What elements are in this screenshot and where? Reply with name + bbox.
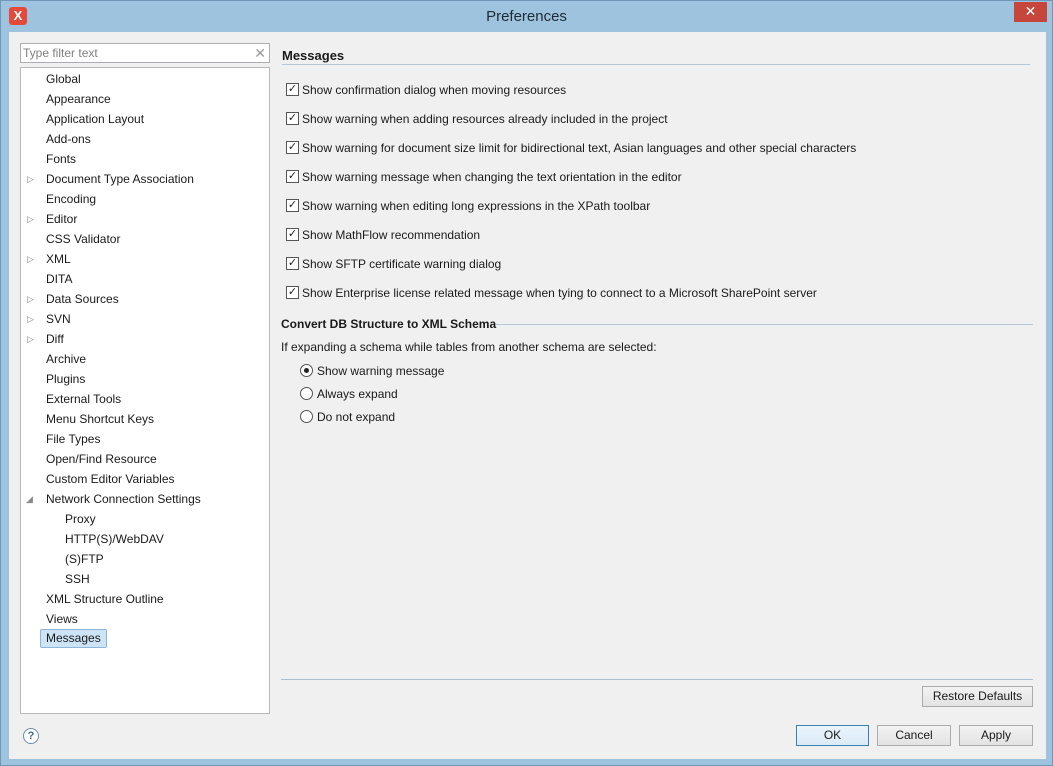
tree-item-label: SSH xyxy=(65,572,90,586)
checkbox[interactable]: ✓ xyxy=(286,112,299,125)
tree-item-label: HTTP(S)/WebDAV xyxy=(65,532,164,546)
tree-item-label: DITA xyxy=(46,272,73,286)
checkbox-label[interactable]: Show Enterprise license related message … xyxy=(302,285,817,301)
tree-item-label: Fonts xyxy=(46,152,77,166)
checkbox[interactable]: ✓ xyxy=(286,170,299,183)
checkbox-label[interactable]: Show warning when adding resources alrea… xyxy=(302,111,668,127)
close-button[interactable]: ✕ xyxy=(1014,2,1047,22)
dialog-client-area: ✕ Global Appearance Application Layout A… xyxy=(9,32,1046,759)
cancel-button[interactable]: Cancel xyxy=(877,725,951,746)
tree-item-label: Diff xyxy=(46,332,64,346)
checkbox[interactable]: ✓ xyxy=(286,199,299,212)
radio-label[interactable]: Do not expand xyxy=(317,409,395,425)
tree-item-label: Appearance xyxy=(46,92,111,106)
tree-item-label: XML Structure Outline xyxy=(46,592,164,606)
expand-arrow-icon[interactable]: ▷ xyxy=(27,170,37,188)
expander-icon xyxy=(27,90,37,108)
expander-icon xyxy=(27,190,37,208)
tree-item-label: Application Layout xyxy=(46,112,145,126)
section-title-db-structure: Convert DB Structure to XML Schema xyxy=(281,317,497,331)
tree-item-label: XML xyxy=(46,252,71,266)
expander-icon xyxy=(27,110,37,128)
tree-item-label: SVN xyxy=(46,312,71,326)
expand-arrow-icon[interactable]: ▷ xyxy=(27,250,37,268)
tree-item-label: Proxy xyxy=(65,512,96,526)
expand-arrow-icon[interactable]: ▷ xyxy=(27,290,37,308)
expander-icon xyxy=(27,410,37,428)
restore-defaults-button[interactable]: Restore Defaults xyxy=(922,686,1033,707)
ok-button[interactable]: OK xyxy=(796,725,869,746)
tree-item-label: Encoding xyxy=(46,192,97,206)
filter-field[interactable]: ✕ xyxy=(20,43,270,63)
expander-icon xyxy=(27,610,37,628)
help-icon[interactable]: ? xyxy=(23,728,39,744)
bottom-divider xyxy=(281,679,1033,680)
tree-item-label: External Tools xyxy=(46,392,122,406)
section-divider xyxy=(282,64,1030,65)
tree-item-label: Global xyxy=(46,72,81,86)
preferences-tree[interactable]: Global Appearance Application Layout Add… xyxy=(20,67,270,714)
expander-icon xyxy=(27,430,37,448)
tree-item-label: Network Connection Settings xyxy=(46,492,201,506)
expander-icon xyxy=(27,150,37,168)
checkbox-label[interactable]: Show confirmation dialog when moving res… xyxy=(302,82,566,98)
tree-item-label: Custom Editor Variables xyxy=(46,472,175,486)
expander-icon xyxy=(27,390,37,408)
checkbox-label[interactable]: Show warning for document size limit for… xyxy=(302,140,856,156)
expand-arrow-icon[interactable]: ▷ xyxy=(27,330,37,348)
preferences-window: X Preferences ✕ ✕ Global Appearance Appl… xyxy=(0,0,1053,766)
db-prompt-text: If expanding a schema while tables from … xyxy=(281,340,657,354)
expander-icon xyxy=(27,370,37,388)
tree-item-label-selected: Messages xyxy=(40,629,107,648)
radio-button[interactable] xyxy=(300,364,313,377)
radio-button[interactable] xyxy=(300,387,313,400)
checkbox-label[interactable]: Show SFTP certificate warning dialog xyxy=(302,256,501,272)
tree-item-label: Data Sources xyxy=(46,292,119,306)
expander-icon xyxy=(27,590,37,608)
filter-input[interactable] xyxy=(21,44,246,62)
tree-item-label: Editor xyxy=(46,212,78,226)
checkbox[interactable]: ✓ xyxy=(286,286,299,299)
expander-icon xyxy=(27,70,37,88)
checkbox-label[interactable]: Show warning message when changing the t… xyxy=(302,169,682,185)
tree-item-label: Archive xyxy=(46,352,87,366)
section-divider xyxy=(496,324,1033,325)
tree-item-label: Menu Shortcut Keys xyxy=(46,412,155,426)
checkbox[interactable]: ✓ xyxy=(286,83,299,96)
radio-label[interactable]: Always expand xyxy=(317,386,398,402)
expander-icon xyxy=(27,130,37,148)
clear-filter-icon[interactable]: ✕ xyxy=(254,45,266,62)
tree-item-label: Add-ons xyxy=(46,132,91,146)
tree-item-label: Plugins xyxy=(46,372,86,386)
radio-button[interactable] xyxy=(300,410,313,423)
tree-item-label: CSS Validator xyxy=(46,232,121,246)
expander-icon xyxy=(27,350,37,368)
tree-item-label: (S)FTP xyxy=(65,552,104,566)
tree-item-label: File Types xyxy=(46,432,101,446)
expander-icon xyxy=(27,630,37,648)
expander-icon xyxy=(27,450,37,468)
apply-button[interactable]: Apply xyxy=(959,725,1033,746)
checkbox-label[interactable]: Show MathFlow recommendation xyxy=(302,227,480,243)
title-bar: X Preferences ✕ xyxy=(1,1,1052,32)
radio-label[interactable]: Show warning message xyxy=(317,363,444,379)
section-title-messages: Messages xyxy=(282,48,345,63)
tree-item-label: Views xyxy=(46,612,78,626)
tree-item-label: Document Type Association xyxy=(46,172,194,186)
expander-icon xyxy=(27,470,37,488)
expand-arrow-icon[interactable]: ▷ xyxy=(27,210,37,228)
expander-icon xyxy=(27,270,37,288)
tree-item-label: Open/Find Resource xyxy=(46,452,157,466)
window-title: Preferences xyxy=(486,8,567,25)
checkbox[interactable]: ✓ xyxy=(286,141,299,154)
expander-icon xyxy=(27,230,37,248)
checkbox[interactable]: ✓ xyxy=(286,257,299,270)
checkbox-label[interactable]: Show warning when editing long expressio… xyxy=(302,198,650,214)
collapse-arrow-icon[interactable]: ◢ xyxy=(26,490,36,508)
expand-arrow-icon[interactable]: ▷ xyxy=(27,310,37,328)
checkbox[interactable]: ✓ xyxy=(286,228,299,241)
